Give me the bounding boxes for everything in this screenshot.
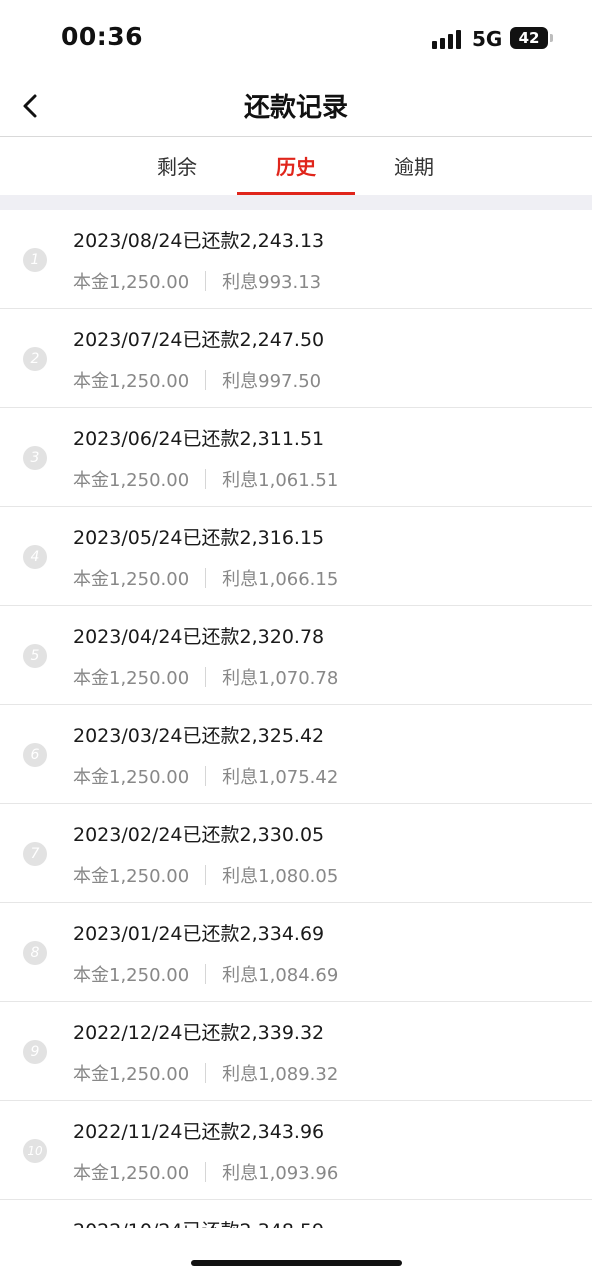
record-summary: 2022/10/24已还款2,348.59 [73,1216,324,1228]
list-item[interactable]: 9 2022/12/24已还款2,339.32 本金1,250.00 利息1,08… [0,1002,592,1101]
interest: 利息1,075.42 [222,767,339,788]
principal: 本金1,250.00 [73,371,190,392]
interest: 利息1,061.51 [222,470,339,491]
index-badge: 5 [23,644,47,668]
divider [205,964,207,984]
principal: 本金1,250.00 [73,1163,190,1184]
index-badge: 1 [23,248,47,272]
principal: 本金1,250.00 [73,866,190,887]
divider [205,469,207,489]
interest: 利息1,089.32 [222,1064,339,1085]
divider [205,667,207,687]
list-item[interactable]: 2 2023/07/24已还款2,247.50 本金1,250.00 利息997.… [0,309,592,408]
record-details: 本金1,250.00 利息1,089.32 [73,1060,338,1086]
divider [205,865,207,885]
record-summary: 2023/05/24已还款2,316.15 [73,527,325,549]
interest: 利息997.50 [222,371,322,392]
interest: 利息993.13 [222,272,322,293]
tab-bar: 剩余 历史 逾期 [0,137,592,195]
record-details: 本金1,250.00 利息1,093.96 [73,1159,338,1185]
index-badge: 10 [23,1139,47,1163]
principal: 本金1,250.00 [73,272,190,293]
repayment-list: 1 2023/08/24已还款2,243.13 本金1,250.00 利息993.… [0,210,592,1228]
nav-bar: 还款记录 [0,78,592,137]
tab-overdue[interactable]: 逾期 [355,151,473,180]
status-bar: 00:36 5G 42 [0,0,592,78]
interest: 利息1,084.69 [222,965,339,986]
list-item[interactable]: 3 2023/06/24已还款2,311.51 本金1,250.00 利息1,06… [0,408,592,507]
principal: 本金1,250.00 [73,668,190,689]
record-details: 本金1,250.00 利息1,066.15 [73,565,338,591]
record-summary: 2023/02/24已还款2,330.05 [73,824,325,846]
record-details: 本金1,250.00 利息1,075.42 [73,763,338,789]
index-badge: 3 [23,446,47,470]
record-summary: 2022/12/24已还款2,339.32 [73,1022,325,1044]
divider [205,568,207,588]
divider [205,766,207,786]
interest: 利息1,080.05 [222,866,339,887]
principal: 本金1,250.00 [73,965,190,986]
index-badge: 2 [23,347,47,371]
principal: 本金1,250.00 [73,1064,190,1085]
index-badge: 8 [23,941,47,965]
record-summary: 2023/08/24已还款2,243.13 [73,230,325,252]
record-details: 本金1,250.00 利息1,080.05 [73,862,338,888]
record-details: 本金1,250.00 利息1,070.78 [73,664,338,690]
record-summary: 2023/01/24已还款2,334.69 [73,923,325,945]
record-details: 本金1,250.00 利息993.13 [73,268,321,294]
principal: 本金1,250.00 [73,767,190,788]
tab-remaining[interactable]: 剩余 [118,151,236,180]
divider [205,370,207,390]
interest: 利息1,066.15 [222,569,339,590]
index-badge: 7 [23,842,47,866]
principal: 本金1,250.00 [73,470,190,491]
network-type: 5G [472,27,503,51]
signal-icon [432,30,462,49]
list-item[interactable]: 11 2022/10/24已还款2,348.59 [0,1200,592,1228]
index-badge: 6 [23,743,47,767]
list-item[interactable]: 7 2023/02/24已还款2,330.05 本金1,250.00 利息1,08… [0,804,592,903]
list-item[interactable]: 10 2022/11/24已还款2,343.96 本金1,250.00 利息1,0… [0,1101,592,1200]
page-title: 还款记录 [243,93,348,123]
record-summary: 2023/07/24已还款2,247.50 [73,329,325,351]
battery-icon: 42 [510,27,553,49]
list-item[interactable]: 4 2023/05/24已还款2,316.15 本金1,250.00 利息1,06… [0,507,592,606]
record-details: 本金1,250.00 利息1,061.51 [73,466,338,492]
record-summary: 2023/03/24已还款2,325.42 [73,725,325,747]
index-badge: 4 [23,545,47,569]
divider [205,1162,207,1182]
index-badge: 9 [23,1040,47,1064]
section-divider [0,195,592,210]
tab-history[interactable]: 历史 [237,151,355,180]
interest: 利息1,093.96 [222,1163,339,1184]
list-item[interactable]: 8 2023/01/24已还款2,334.69 本金1,250.00 利息1,08… [0,903,592,1002]
record-details: 本金1,250.00 利息997.50 [73,367,321,393]
list-item[interactable]: 5 2023/04/24已还款2,320.78 本金1,250.00 利息1,07… [0,606,592,705]
record-summary: 2023/06/24已还款2,311.51 [73,428,325,450]
divider [205,271,207,291]
list-item[interactable]: 1 2023/08/24已还款2,243.13 本金1,250.00 利息993.… [0,210,592,309]
status-time: 00:36 [61,22,144,51]
interest: 利息1,070.78 [222,668,339,689]
record-summary: 2022/11/24已还款2,343.96 [73,1121,325,1143]
divider [205,1063,207,1083]
record-summary: 2023/04/24已还款2,320.78 [73,626,325,648]
principal: 本金1,250.00 [73,569,190,590]
list-item[interactable]: 6 2023/03/24已还款2,325.42 本金1,250.00 利息1,07… [0,705,592,804]
home-indicator[interactable] [191,1260,402,1266]
record-details: 本金1,250.00 利息1,084.69 [73,961,338,987]
